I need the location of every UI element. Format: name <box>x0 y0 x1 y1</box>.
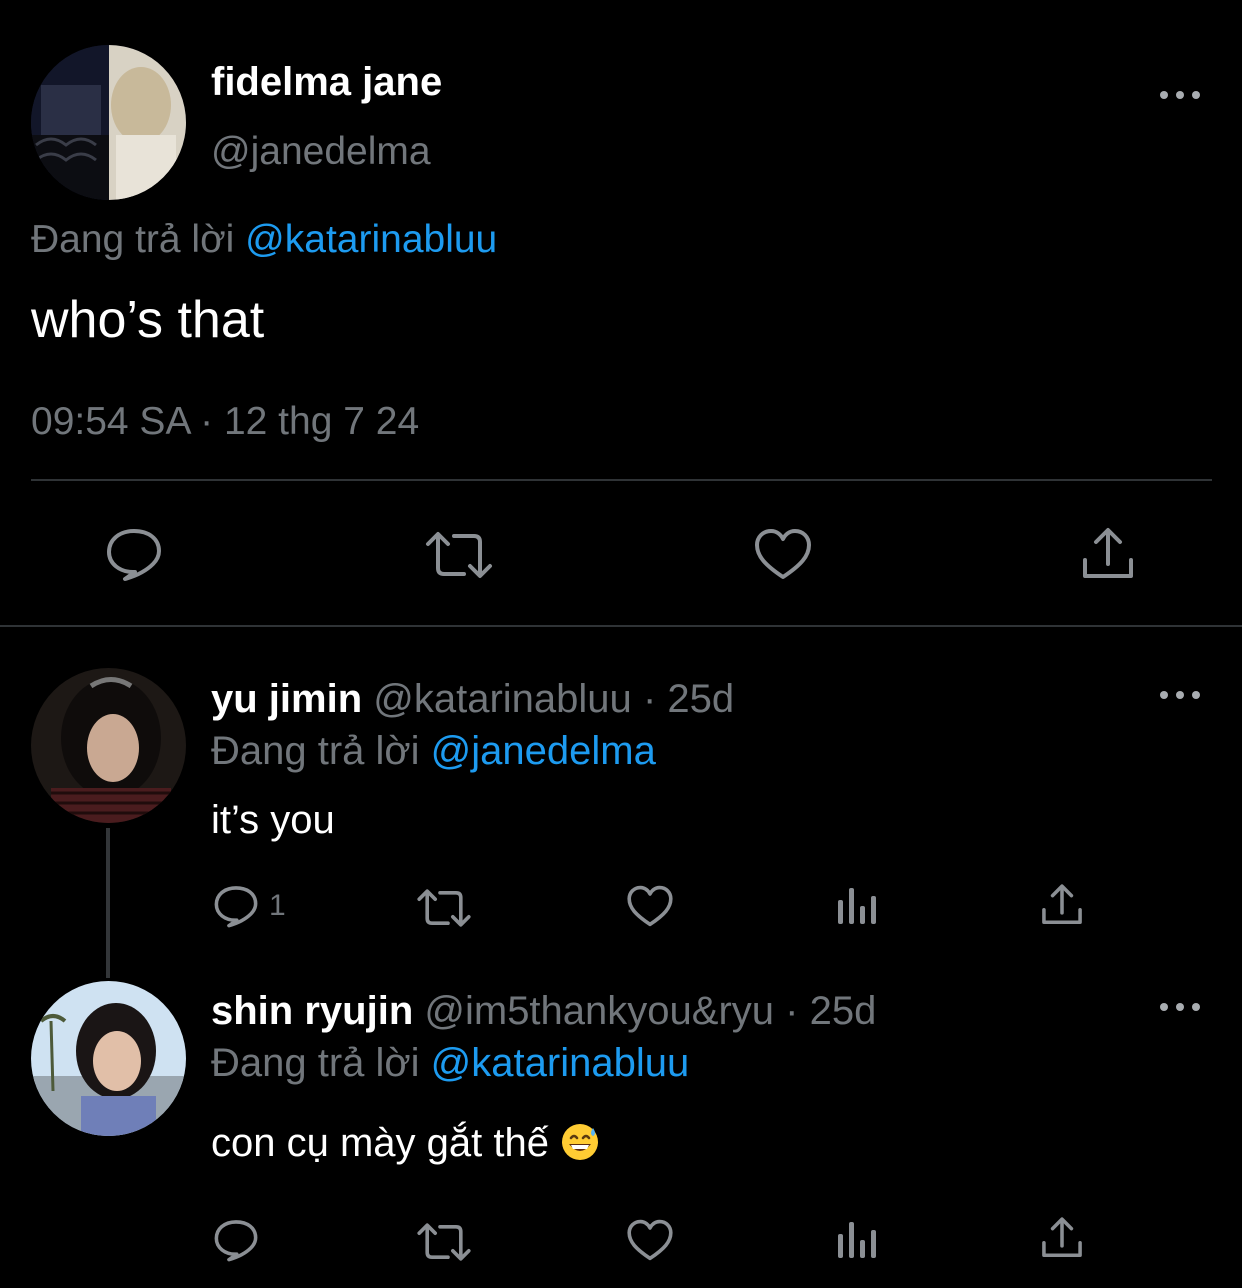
share-icon <box>1042 884 1082 925</box>
retweet-button[interactable] <box>416 888 472 928</box>
views-button[interactable] <box>836 886 878 926</box>
reply-age[interactable]: 25d <box>810 989 877 1033</box>
like-icon <box>755 529 811 579</box>
main-handle[interactable]: @janedelma <box>211 130 431 174</box>
more-options-icon[interactable] <box>1160 687 1200 703</box>
reply-age[interactable]: 25d <box>667 677 734 721</box>
share-icon <box>1083 528 1133 578</box>
reply-display-name[interactable]: shin ryujin <box>211 989 413 1033</box>
like-icon <box>627 885 673 927</box>
retweet-button[interactable] <box>424 530 494 580</box>
divider <box>31 479 1212 481</box>
main-replying-to: Đang trả lời @katarinabluu <box>31 218 497 262</box>
reply-header: yu jimin @katarinabluu · 25d <box>211 677 734 722</box>
reply-text-content: con cụ mày gắt thế <box>211 1121 549 1165</box>
avatar-shin-ryujin[interactable] <box>31 981 186 1136</box>
like-button[interactable] <box>626 1218 674 1262</box>
share-icon <box>1042 1217 1082 1258</box>
reply-handle[interactable]: @katarinabluu <box>373 677 632 721</box>
thread-connector-line <box>106 828 110 978</box>
replying-prefix: Đang trả lời <box>31 218 235 261</box>
replying-mention-link[interactable]: @katarinabluu <box>431 1041 690 1085</box>
reply-count: 1 <box>269 889 286 922</box>
replying-mention-link[interactable]: @janedelma <box>431 729 656 773</box>
replying-prefix: Đang trả lời <box>211 729 420 773</box>
reply-button[interactable] <box>105 526 163 582</box>
reply-button[interactable]: 1 <box>213 884 286 928</box>
share-button[interactable] <box>1040 1216 1084 1260</box>
like-button[interactable] <box>753 527 813 581</box>
reply-replying-to: Đang trả lời @janedelma <box>211 729 656 774</box>
share-button[interactable] <box>1040 883 1084 927</box>
views-button[interactable] <box>836 1220 878 1260</box>
replying-mention-link[interactable]: @katarinabluu <box>245 218 497 261</box>
reply-text: it’s you <box>211 798 335 842</box>
reply-header: shin ryujin @im5thankyou&ryu · 25d <box>211 989 876 1034</box>
replying-prefix: Đang trả lời <box>211 1041 420 1085</box>
grinning-sweat-emoji-icon <box>560 1122 600 1162</box>
reply-handle[interactable]: @im5thankyou&ryu <box>424 989 774 1033</box>
avatar-fidelma-jane[interactable] <box>31 45 186 200</box>
reply-button[interactable] <box>213 1218 269 1262</box>
reply-icon <box>107 529 161 581</box>
reply-replying-to: Đang trả lời @katarinabluu <box>211 1041 689 1086</box>
like-button[interactable] <box>626 884 674 928</box>
retweet-icon <box>417 889 471 927</box>
avatar-yu-jimin[interactable] <box>31 668 186 823</box>
retweet-icon <box>426 532 492 578</box>
reply-display-name[interactable]: yu jimin <box>211 677 362 721</box>
more-options-icon[interactable] <box>1160 999 1200 1015</box>
meta-separator: · <box>642 677 657 721</box>
main-display-name[interactable]: fidelma jane <box>211 60 442 105</box>
share-button[interactable] <box>1080 526 1136 582</box>
tweet-thread-page: fidelma jane @janedelma Đang trả lời @ka… <box>0 0 1242 1288</box>
meta-separator: · <box>785 989 799 1033</box>
section-divider <box>0 625 1242 627</box>
reply-icon <box>214 886 258 928</box>
more-options-icon[interactable] <box>1160 87 1200 103</box>
retweet-button[interactable] <box>416 1222 472 1262</box>
like-icon <box>627 1219 673 1261</box>
main-tweet-timestamp[interactable]: 09:54 SA · 12 thg 7 24 <box>31 400 419 444</box>
reply-icon <box>214 1220 258 1262</box>
views-icon <box>838 1222 876 1258</box>
views-icon <box>838 888 876 924</box>
reply-text: con cụ mày gắt thế <box>211 1121 600 1166</box>
main-tweet-text: who’s that <box>31 291 265 349</box>
retweet-icon <box>417 1223 471 1261</box>
